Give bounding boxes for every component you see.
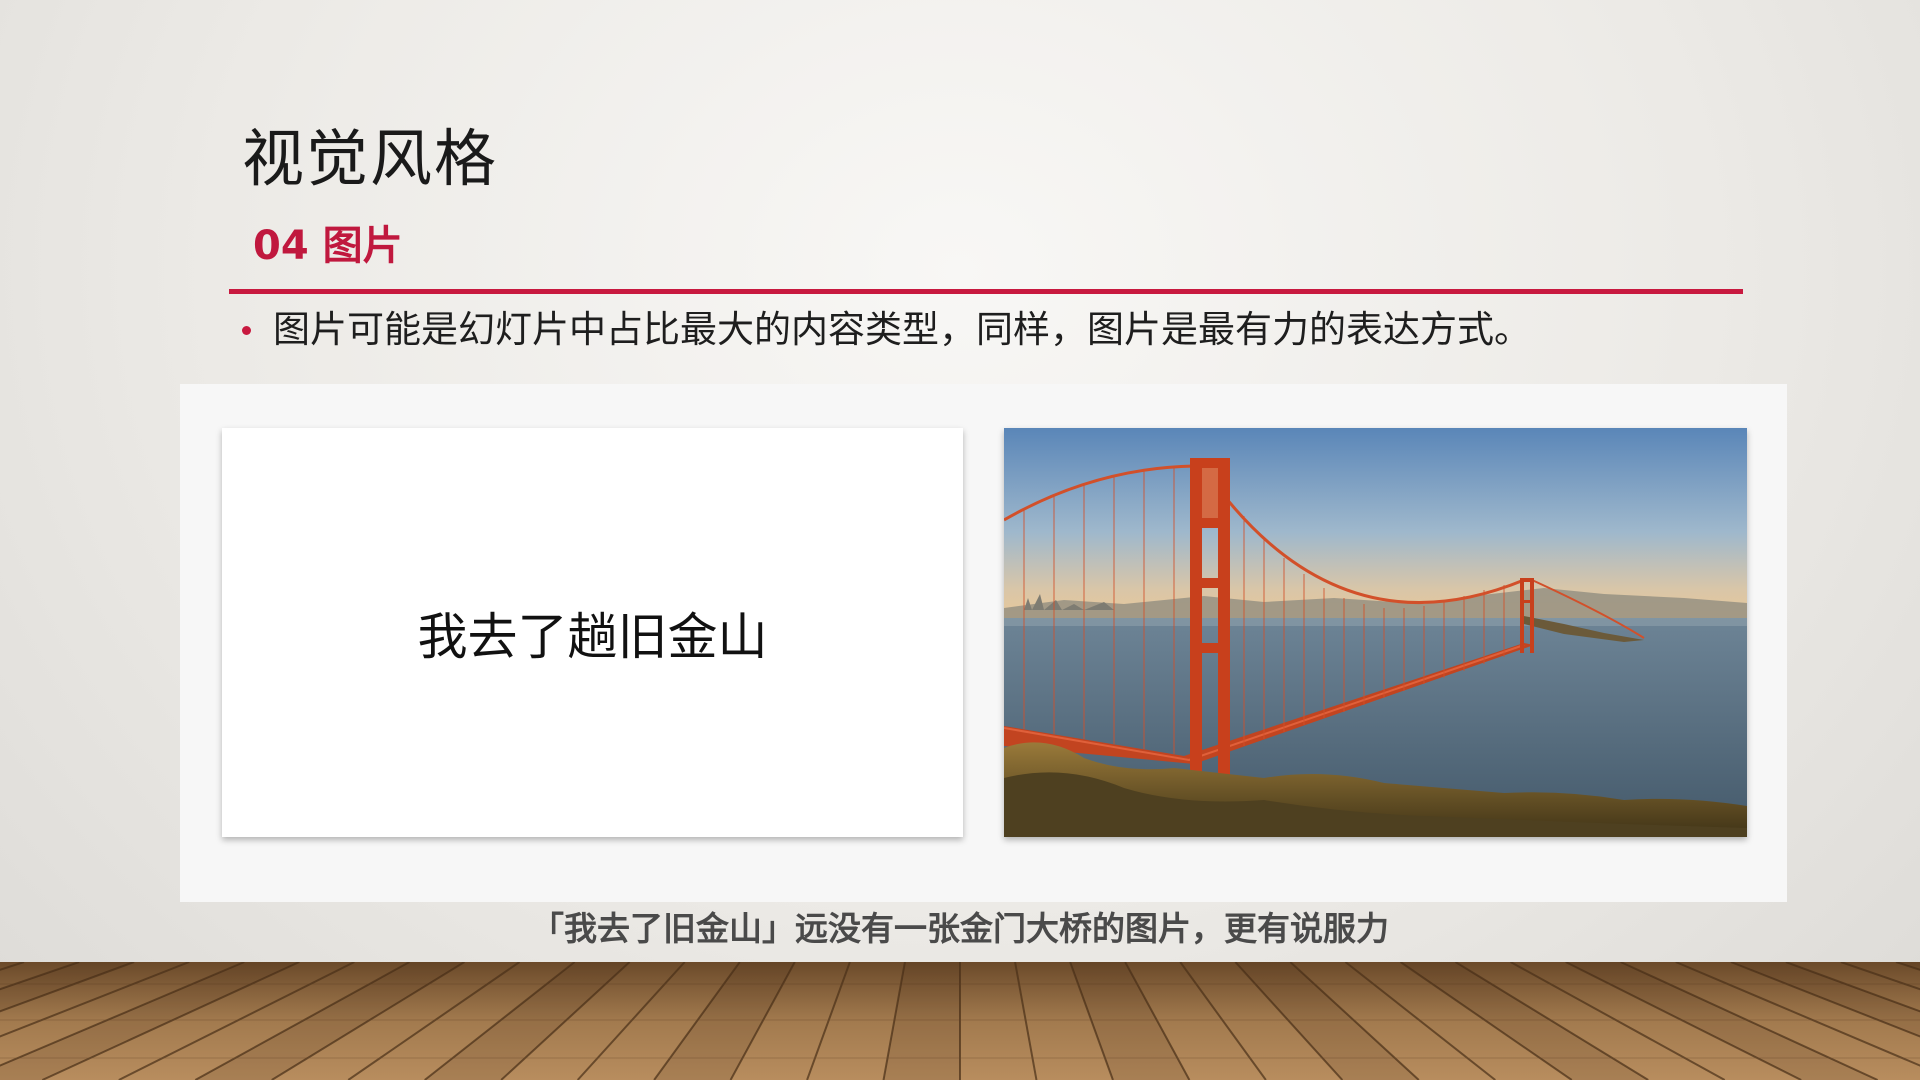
comparison-panel: 我去了趟旧金山 bbox=[180, 384, 1787, 902]
bullet-item: 图片可能是幻灯片中占比最大的内容类型，同样，图片是最有力的表达方式。 bbox=[242, 311, 1531, 348]
header-divider bbox=[229, 289, 1743, 294]
bullet-dot-icon bbox=[242, 326, 251, 335]
section-label: 04 图片 bbox=[253, 223, 403, 269]
text-example-label: 我去了趟旧金山 bbox=[417, 607, 768, 666]
slide-title: 视觉风格 bbox=[242, 122, 499, 195]
golden-gate-bridge-photo bbox=[1004, 428, 1747, 837]
bullet-text: 图片可能是幻灯片中占比最大的内容类型，同样，图片是最有力的表达方式。 bbox=[273, 308, 1531, 351]
wood-floor-decoration bbox=[0, 962, 1920, 1080]
text-example-card: 我去了趟旧金山 bbox=[222, 428, 963, 837]
caption: 「我去了旧金山」远没有一张金门大桥的图片，更有说服力 bbox=[531, 909, 1389, 948]
